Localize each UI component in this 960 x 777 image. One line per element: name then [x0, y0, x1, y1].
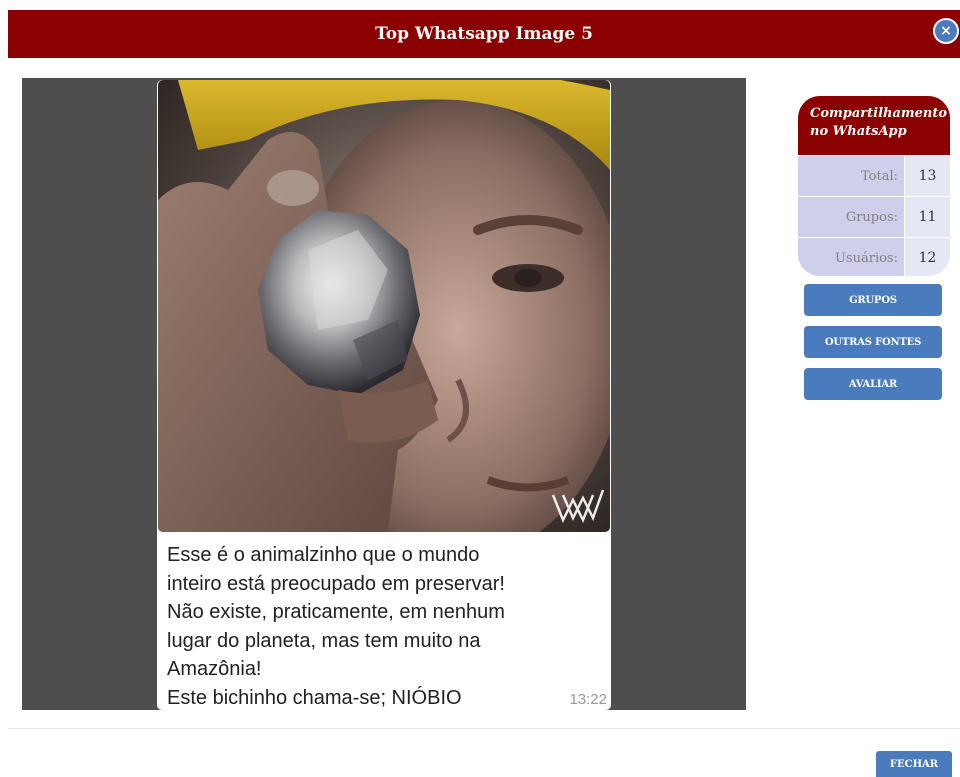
- other-sources-button[interactable]: OUTRAS FONTES: [804, 326, 942, 358]
- whatsapp-message: Esse é o animalzinho que o mundo inteiro…: [157, 80, 611, 710]
- stats-value: 12: [904, 238, 950, 276]
- groups-button[interactable]: GRUPOS: [804, 284, 942, 316]
- close-button[interactable]: FECHAR: [876, 751, 952, 777]
- evaluate-button[interactable]: AVALIAR: [804, 368, 942, 400]
- stats-row-users: Usuários: 12: [798, 237, 950, 276]
- stats-label: Grupos:: [798, 197, 904, 237]
- share-stats-panel: Compartilhamento no WhatsApp Total: 13 G…: [798, 96, 950, 276]
- modal-title: Top Whatsapp Image 5: [375, 24, 593, 44]
- footer-divider: [8, 728, 960, 729]
- close-icon[interactable]: ×: [933, 18, 959, 44]
- share-stats-title: Compartilhamento no WhatsApp: [798, 96, 950, 155]
- message-text: Esse é o animalzinho que o mundo inteiro…: [167, 544, 505, 709]
- stats-label: Total:: [798, 156, 904, 196]
- stats-row-total: Total: 13: [798, 155, 950, 196]
- stats-row-groups: Grupos: 11: [798, 196, 950, 237]
- modal-header: Top Whatsapp Image 5: [8, 10, 960, 58]
- stats-label: Usuários:: [798, 238, 904, 276]
- stats-value: 11: [904, 197, 950, 237]
- message-photo[interactable]: [158, 80, 610, 532]
- stats-value: 13: [904, 156, 950, 196]
- message-timestamp: 13:22: [569, 691, 607, 708]
